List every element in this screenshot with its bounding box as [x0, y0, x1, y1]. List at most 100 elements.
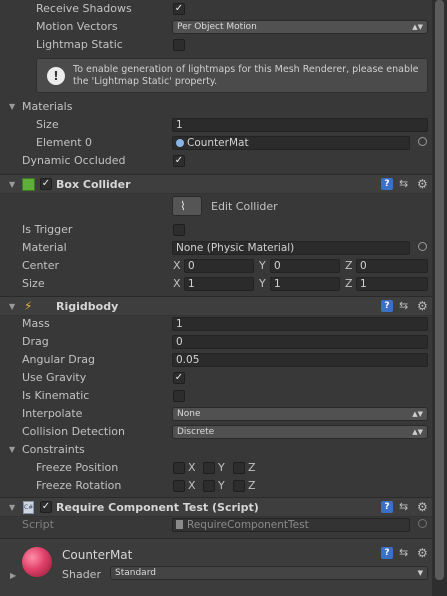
size-y-label: Y [259, 277, 266, 290]
freeze-rotation-row: Freeze Rotation X Y Z [0, 477, 432, 495]
element0-object-field[interactable]: CounterMat [172, 136, 410, 150]
is-trigger-checkbox[interactable] [173, 224, 185, 236]
materials-size-input[interactable]: 1 [172, 118, 428, 132]
materials-label: Materials [22, 100, 73, 113]
scrollbar-thumb[interactable] [435, 0, 444, 580]
materials-size-row: Size 1 [0, 116, 432, 134]
mass-input[interactable]: 1 [172, 317, 428, 331]
center-z-input[interactable]: 0 [356, 259, 428, 273]
help-icon[interactable]: ? [381, 547, 393, 559]
fold-open-icon[interactable]: ▼ [9, 102, 15, 111]
fold-open-icon[interactable]: ▼ [9, 302, 15, 311]
gear-icon[interactable]: ⚙ [417, 501, 429, 513]
material-object-field[interactable]: None (Physic Material) [172, 241, 410, 255]
preset-icon[interactable]: ⇆ [399, 547, 411, 559]
object-picker-icon [418, 519, 427, 528]
script-file-icon [176, 520, 183, 529]
freeze-position-z-checkbox[interactable] [233, 462, 245, 474]
preset-icon[interactable]: ⇆ [399, 501, 411, 513]
dynamic-occluded-checkbox[interactable]: ✓ [173, 155, 185, 167]
drag-input[interactable]: 0 [172, 335, 428, 349]
material-section: CounterMat Shader Standard ▼ ? ⇆ ⚙ ▶ [0, 538, 432, 596]
angular-drag-input[interactable]: 0.05 [172, 353, 428, 367]
collision-detection-dropdown[interactable]: Discrete ▲▼ [172, 425, 428, 439]
script-enabled-checkbox[interactable]: ✓ [40, 501, 52, 513]
collision-detection-label: Collision Detection [22, 425, 126, 438]
mass-label: Mass [22, 317, 50, 330]
is-kinematic-row: Is Kinematic [0, 387, 432, 405]
object-picker-icon[interactable] [418, 137, 427, 146]
fold-open-icon[interactable]: ▼ [9, 180, 15, 189]
size-z-input[interactable]: 1 [356, 277, 428, 291]
object-picker-icon[interactable] [418, 242, 427, 251]
angular-drag-row: Angular Drag 0.05 [0, 351, 432, 369]
freeze-position-row: Freeze Position X Y Z [0, 459, 432, 477]
box-collider-enabled-checkbox[interactable]: ✓ [40, 178, 52, 190]
shader-dropdown[interactable]: Standard ▼ [110, 566, 428, 580]
dropdown-arrow-icon: ▲▼ [412, 23, 423, 31]
gear-icon[interactable]: ⚙ [417, 547, 429, 559]
motion-vectors-dropdown[interactable]: Per Object Motion ▲▼ [172, 20, 428, 34]
fold-open-icon[interactable]: ▼ [9, 503, 15, 512]
materials-row[interactable]: ▼ Materials [0, 98, 432, 116]
freeze-rotation-y-checkbox[interactable] [203, 480, 215, 492]
size-x-input[interactable]: 1 [184, 277, 254, 291]
collision-detection-row: Collision Detection Discrete ▲▼ [0, 423, 432, 441]
receive-shadows-checkbox[interactable]: ✓ [173, 3, 185, 15]
lightmap-static-checkbox[interactable] [173, 39, 185, 51]
lightmap-info-box: ! To enable generation of lightmaps for … [36, 58, 428, 93]
dynamic-occluded-row: Dynamic Occluded ✓ [0, 152, 432, 170]
shader-value: Standard [115, 568, 156, 578]
element0-value: CounterMat [187, 137, 249, 149]
edit-collider-icon: ⌇ [180, 199, 186, 213]
gear-icon[interactable]: ⚙ [417, 300, 429, 312]
box-collider-header[interactable]: ▼ ✓ Box Collider ? ⇆ ⚙ [0, 174, 432, 194]
collision-detection-value: Discrete [177, 427, 215, 437]
script-file-icon: C# [23, 501, 34, 514]
use-gravity-label: Use Gravity [22, 371, 87, 384]
size-x-label: X [173, 277, 181, 290]
freeze-position-x-label: X [188, 461, 196, 474]
material-row: Material None (Physic Material) [0, 239, 432, 257]
help-icon[interactable]: ? [381, 300, 393, 312]
gear-icon[interactable]: ⚙ [417, 178, 429, 190]
script-component-header[interactable]: ▼ C# ✓ Require Component Test (Script) ?… [0, 497, 432, 517]
receive-shadows-row: Receive Shadows ✓ [0, 0, 432, 18]
preset-icon[interactable]: ⇆ [399, 178, 411, 190]
center-x-input[interactable]: 0 [184, 259, 254, 273]
preset-icon[interactable]: ⇆ [399, 300, 411, 312]
use-gravity-checkbox[interactable]: ✓ [173, 372, 185, 384]
rigidbody-header[interactable]: ▼ ⚡ Rigidbody ? ⇆ ⚙ [0, 296, 432, 316]
help-icon[interactable]: ? [381, 501, 393, 513]
dynamic-occluded-label: Dynamic Occluded [22, 154, 126, 167]
size-z-label: Z [345, 277, 353, 290]
dropdown-arrow-icon: ▲▼ [412, 410, 423, 418]
size-y-input[interactable]: 1 [270, 277, 340, 291]
receive-shadows-label: Receive Shadows [36, 2, 132, 15]
fold-closed-icon[interactable]: ▶ [10, 571, 16, 580]
help-icon[interactable]: ? [381, 178, 393, 190]
collider-size-label: Size [22, 277, 45, 290]
fold-open-icon[interactable]: ▼ [9, 445, 15, 454]
freeze-position-y-checkbox[interactable] [203, 462, 215, 474]
interpolate-row: Interpolate None ▲▼ [0, 405, 432, 423]
material-label: Material [22, 241, 67, 254]
interpolate-value: None [177, 409, 201, 419]
shader-label: Shader [62, 568, 101, 581]
is-trigger-row: Is Trigger [0, 221, 432, 239]
freeze-rotation-x-checkbox[interactable] [173, 480, 185, 492]
use-gravity-row: Use Gravity ✓ [0, 369, 432, 387]
edit-collider-button[interactable]: ⌇ [172, 196, 202, 216]
freeze-rotation-z-checkbox[interactable] [233, 480, 245, 492]
script-row: Script RequireComponentTest [0, 516, 432, 534]
scrollbar[interactable] [432, 0, 447, 596]
interpolate-dropdown[interactable]: None ▲▼ [172, 407, 428, 421]
lightmap-static-label: Lightmap Static [36, 38, 123, 51]
freeze-position-x-checkbox[interactable] [173, 462, 185, 474]
constraints-row[interactable]: ▼ Constraints [0, 441, 432, 459]
dropdown-arrow-icon: ▲▼ [412, 428, 423, 436]
info-icon: ! [47, 67, 65, 85]
material-name: CounterMat [62, 548, 133, 562]
is-kinematic-checkbox[interactable] [173, 390, 185, 402]
center-y-input[interactable]: 0 [270, 259, 340, 273]
